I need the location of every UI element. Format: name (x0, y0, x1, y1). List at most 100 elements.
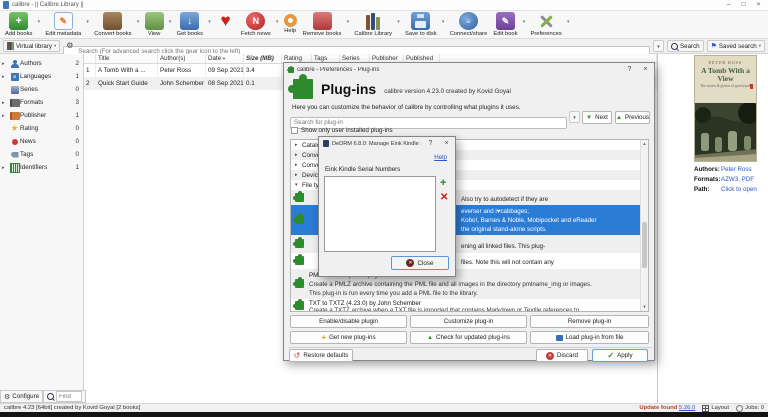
search-history-dropdown[interactable]: ▾ (653, 40, 664, 52)
fetch-news-button[interactable]: N Fetch news (238, 12, 274, 37)
formats-link[interactable]: AZW3, PDF (721, 176, 754, 183)
expand-icon[interactable]: ▸ (295, 152, 302, 158)
sidebar-item-formats[interactable]: ▸ Formats 3 (0, 96, 83, 109)
donate-button[interactable]: ♥ (213, 12, 238, 30)
column-date[interactable]: Date ▾ (206, 54, 244, 63)
convert-books-icon (103, 12, 122, 30)
sidebar-item-rating[interactable]: ★ Rating 0 (0, 122, 83, 135)
tag-browser-footer: ⚙ Configure (0, 390, 84, 403)
edit-book-dropdown-icon[interactable]: ▾ (521, 12, 528, 25)
update-version-link[interactable]: 5.26.0 (679, 405, 695, 411)
scroll-down-icon[interactable]: ▼ (641, 303, 648, 311)
plugin-list-scrollbar[interactable]: ▲ ▼ (640, 140, 648, 311)
expand-icon[interactable]: ▸ (2, 113, 9, 119)
add-books-button[interactable]: + Add books (2, 12, 35, 37)
get-books-dropdown-icon[interactable]: ▾ (206, 12, 213, 25)
sidebar-item-series[interactable]: Series 0 (0, 83, 83, 96)
preferences-button[interactable]: Preferences (528, 12, 565, 37)
add-books-dropdown-icon[interactable]: ▾ (35, 12, 42, 25)
dialog-help-button[interactable]: ? (623, 64, 636, 75)
sidebar-item-authors[interactable]: ▸ Authors 2 (0, 57, 83, 70)
tag-find-box[interactable] (43, 390, 86, 403)
next-button[interactable]: ▼ Next (582, 111, 612, 124)
saved-search-button[interactable]: ⚑ Saved search ▾ (707, 40, 765, 52)
sidebar-item-identifiers[interactable]: ▸ Identifiers 1 (0, 161, 83, 174)
expand-icon[interactable]: ▸ (295, 142, 302, 148)
dialog-close-button[interactable]: × (440, 138, 453, 149)
expand-icon[interactable]: ▸ (2, 61, 9, 67)
edit-book-button[interactable]: ✎ Edit book (490, 12, 520, 37)
calibre-library-button[interactable]: Calibre Library (351, 12, 395, 37)
apply-button[interactable]: ✓ Apply (592, 349, 648, 362)
book-cover[interactable]: Peter Ross A Tomb With a View The storie… (694, 55, 757, 162)
view-button[interactable]: View (142, 12, 167, 37)
scroll-up-icon[interactable]: ▲ (641, 140, 648, 148)
get-books-button[interactable]: ↓ Get books (174, 12, 206, 37)
enable-disable-plugin-button[interactable]: Enable/disable plugin (290, 315, 407, 328)
check-updated-plugins-button[interactable]: ▲ Check for updated plug-ins (410, 331, 527, 344)
sidebar-item-publisher[interactable]: ▸ Publisher 1 (0, 109, 83, 122)
get-new-plugins-button[interactable]: + Get new plug-ins (290, 331, 407, 344)
help-link[interactable]: Help (434, 154, 447, 161)
convert-books-dropdown-icon[interactable]: ▾ (135, 12, 142, 25)
plugin-search-dropdown[interactable]: ▾ (569, 111, 580, 123)
save-to-disk-dropdown-icon[interactable]: ▾ (440, 12, 447, 25)
dialog-close-button[interactable]: × (639, 64, 652, 75)
connect-share-button[interactable]: ≡ Connect/share (447, 12, 491, 37)
fetch-news-dropdown-icon[interactable]: ▾ (274, 12, 281, 25)
expand-icon[interactable]: ▸ (2, 74, 9, 80)
remove-books-dropdown-icon[interactable]: ▾ (344, 12, 351, 25)
column-title[interactable]: Title (96, 54, 158, 63)
remove-plugin-button[interactable]: Remove plug-in (530, 315, 649, 328)
convert-books-button[interactable]: Convert books (91, 12, 134, 37)
column-authors[interactable]: Author(s) (158, 54, 206, 63)
plugin-row-txt-to-txtz[interactable]: TXT to TXTZ (4.23.0) by John Schember Cr… (291, 299, 648, 312)
close-button[interactable]: ✕ Close (391, 256, 449, 270)
dialog-help-button[interactable]: ? (424, 138, 437, 149)
expand-icon[interactable]: ▸ (295, 172, 302, 178)
customize-plugin-button[interactable]: Customize plug-in (410, 315, 527, 328)
save-to-disk-button[interactable]: Save to disk (402, 12, 440, 37)
column-size[interactable]: Size (MB) (244, 54, 282, 63)
sidebar-item-languages[interactable]: ▸ a Languages 1 (0, 70, 83, 83)
configure-button[interactable]: ⚙ Configure (0, 390, 43, 403)
preferences-dropdown-icon[interactable]: ▾ (565, 12, 572, 25)
heart-icon: ♥ (216, 12, 235, 30)
serial-numbers-listbox[interactable] (324, 176, 436, 252)
jobs-button[interactable]: Jobs: 0 (736, 405, 764, 412)
expand-icon[interactable]: ▸ (2, 165, 9, 171)
save-to-disk-icon (411, 12, 430, 30)
edit-metadata-button[interactable]: ✎ Edit metadata (42, 12, 84, 37)
show-only-user-installed-checkbox[interactable]: Show only user installed plug-ins (291, 127, 393, 134)
add-serial-button[interactable]: + (440, 178, 446, 189)
view-dropdown-icon[interactable]: ▾ (167, 12, 174, 25)
virtual-library-button[interactable]: Virtual library ▾ (3, 40, 60, 52)
maximize-button[interactable]: □ (736, 0, 751, 10)
help-button[interactable]: Help (281, 12, 300, 34)
sidebar-item-tags[interactable]: Tags 0 (0, 148, 83, 161)
expand-icon[interactable]: ▸ (295, 162, 302, 168)
remove-books-button[interactable]: Remove books (300, 12, 345, 37)
serial-numbers-label: Eink Kindle Serial Numbers (325, 166, 400, 173)
edit-metadata-dropdown-icon[interactable]: ▾ (84, 12, 91, 25)
authors-link[interactable]: Peter Ross (721, 166, 752, 173)
expand-icon[interactable]: ▸ (2, 100, 9, 106)
restore-defaults-button[interactable]: ↺ Restore defaults (289, 349, 353, 362)
delete-serial-button[interactable]: ✕ (440, 193, 448, 203)
update-notification[interactable]: Update found 5.26.0 (639, 405, 695, 411)
scrollbar-thumb[interactable] (642, 222, 647, 268)
search-button[interactable]: Search (667, 40, 704, 52)
library-books-icon (364, 12, 383, 30)
discard-button[interactable]: ✕ Discard (536, 349, 588, 362)
close-button[interactable]: × (751, 0, 766, 10)
path-link[interactable]: Click to open (721, 186, 757, 193)
load-plugin-from-file-button[interactable]: Load plug-in from file (530, 331, 649, 344)
previous-button[interactable]: ▲ Previous (615, 111, 650, 124)
collapse-icon[interactable]: ▾ (295, 182, 302, 188)
tag-find-input[interactable] (56, 391, 82, 402)
search-gear-icon[interactable]: ⚙ (66, 40, 73, 52)
calibre-library-dropdown-icon[interactable]: ▾ (395, 12, 402, 25)
sidebar-item-news[interactable]: News 0 (0, 135, 83, 148)
layout-button[interactable]: Layout (702, 405, 729, 412)
minimize-button[interactable]: – (721, 0, 736, 10)
